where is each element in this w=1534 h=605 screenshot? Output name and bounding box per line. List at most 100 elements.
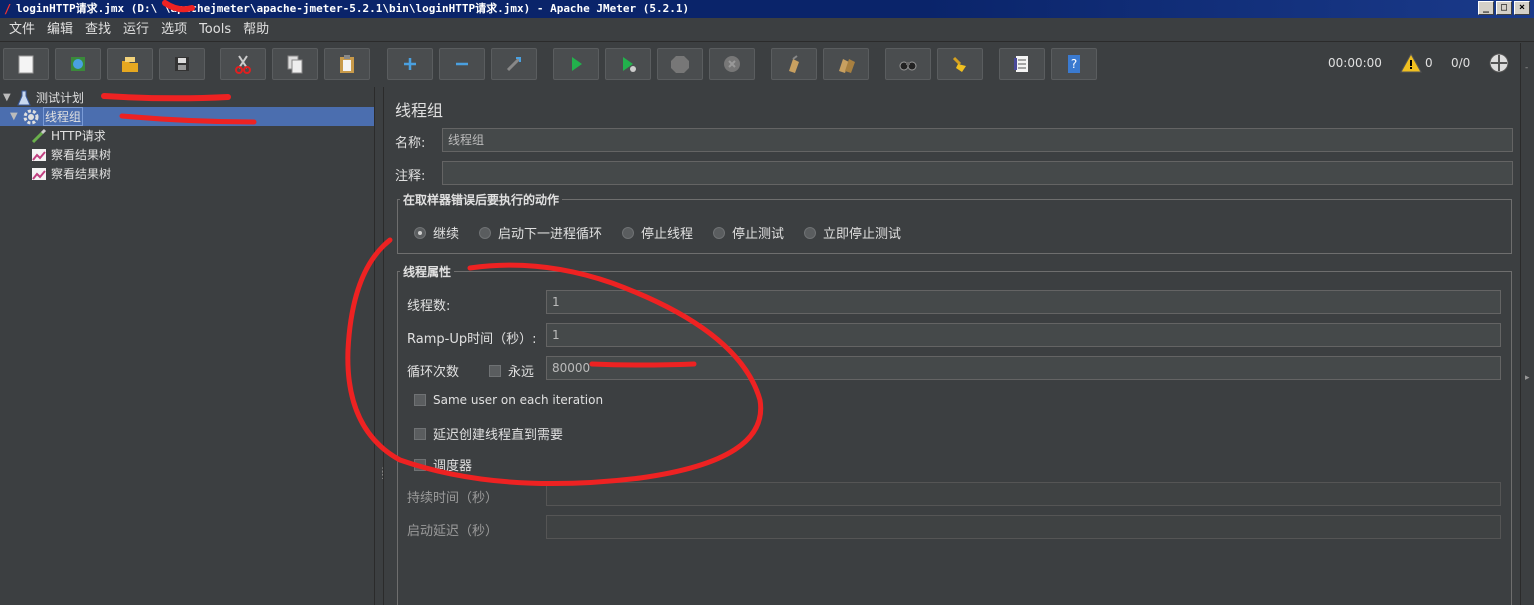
- name-label: 名称:: [395, 136, 426, 151]
- checkbox-box: [414, 458, 426, 471]
- radio-stop-thread[interactable]: 停止线程: [622, 223, 693, 242]
- checkbox-box: [414, 394, 426, 406]
- expand-button[interactable]: [387, 48, 433, 80]
- menu-run[interactable]: 运行: [117, 19, 155, 41]
- stop-icon: [671, 56, 689, 73]
- function-helper-button[interactable]: [999, 48, 1045, 80]
- templates-button[interactable]: [55, 48, 101, 80]
- copy-button[interactable]: [272, 48, 318, 80]
- shutdown-button[interactable]: [709, 48, 755, 80]
- search-button[interactable]: [885, 48, 931, 80]
- clear-button[interactable]: [771, 48, 817, 80]
- function-helper-icon: [1014, 56, 1028, 72]
- forever-label: 永远: [508, 365, 535, 380]
- name-field[interactable]: 线程组: [442, 128, 1513, 152]
- start-no-pause-icon: [623, 57, 636, 72]
- remote-engines-icon[interactable]: [1488, 52, 1510, 74]
- startup-delay-field[interactable]: [546, 515, 1501, 539]
- help-button[interactable]: ?: [1051, 48, 1097, 80]
- elapsed-timer: 00:00:00: [1328, 56, 1382, 70]
- rampup-field[interactable]: 1: [546, 323, 1501, 347]
- delay-thread-creation-label: 延迟创建线程直到需要: [433, 428, 564, 443]
- chart-icon: [30, 146, 48, 164]
- rampup-label: Ramp-Up时间（秒）:: [407, 332, 537, 347]
- minimize-button[interactable]: _: [1478, 1, 1494, 15]
- start-no-pause-button[interactable]: [605, 48, 651, 80]
- loop-count-field[interactable]: 80000: [546, 356, 1501, 380]
- edge-marker: ▸: [1525, 373, 1530, 383]
- start-button[interactable]: [553, 48, 599, 80]
- collapse-button[interactable]: [439, 48, 485, 80]
- toggle-button[interactable]: [491, 48, 537, 80]
- broom-icon: [952, 56, 966, 72]
- comment-field[interactable]: [442, 161, 1513, 185]
- templates-icon: [71, 57, 85, 71]
- flask-icon: [15, 89, 33, 107]
- same-user-checkbox[interactable]: Same user on each iteration: [414, 393, 603, 407]
- threads-ratio: 0/0: [1451, 56, 1471, 70]
- threads-label: 线程数:: [407, 299, 451, 314]
- help-icon: ?: [1068, 55, 1080, 73]
- radio-start-next-loop[interactable]: 启动下一进程循环: [479, 223, 602, 242]
- splitter[interactable]: ⋮ ⋮: [374, 87, 387, 605]
- stop-button[interactable]: [657, 48, 703, 80]
- tree-item-http-request[interactable]: HTTP请求: [30, 126, 106, 145]
- radio-stop-test[interactable]: 停止测试: [713, 223, 784, 242]
- radio-continue[interactable]: 继续: [414, 223, 459, 242]
- forever-checkbox[interactable]: 永远: [489, 361, 534, 380]
- warning-icon[interactable]: [1400, 53, 1422, 73]
- tree-item-thread-group[interactable]: ▼ 线程组: [10, 107, 84, 126]
- menu-edit[interactable]: 编辑: [41, 19, 79, 41]
- title-bar: / loginHTTP请求.jmx (D:\ \apachejmeter\apa…: [0, 0, 1534, 18]
- tree-item-label: HTTP请求: [51, 129, 106, 143]
- paste-icon: [340, 55, 354, 73]
- menu-tools[interactable]: Tools: [193, 19, 237, 41]
- edge-marker: -: [1525, 63, 1529, 73]
- menu-help[interactable]: 帮助: [237, 19, 275, 41]
- sampler-error-action-legend: 在取样器错误后要执行的动作: [400, 191, 563, 208]
- gear-icon: [22, 108, 40, 126]
- menu-search[interactable]: 查找: [79, 19, 117, 41]
- tree-item-results-tree-1[interactable]: 察看结果树: [30, 145, 111, 164]
- clear-all-button[interactable]: [823, 48, 869, 80]
- binoculars-icon: [899, 61, 917, 71]
- comment-label: 注释:: [395, 169, 426, 184]
- tree-expand-arrow[interactable]: ▼: [3, 92, 15, 103]
- scheduler-checkbox[interactable]: 调度器: [414, 455, 472, 474]
- delay-thread-creation-checkbox[interactable]: 延迟创建线程直到需要: [414, 424, 563, 443]
- checkbox-box: [489, 364, 501, 377]
- radio-stop-test-now[interactable]: 立即停止测试: [804, 223, 901, 242]
- menu-options[interactable]: 选项: [155, 19, 193, 41]
- svg-text:?: ?: [1071, 57, 1077, 71]
- new-icon: [18, 55, 34, 74]
- window-edge-scroll: - ▸: [1520, 43, 1534, 605]
- shutdown-icon: [724, 56, 740, 72]
- clear-all-icon: [839, 59, 855, 73]
- radio-dot: [804, 226, 816, 239]
- jmeter-feather-icon: /: [4, 2, 12, 16]
- menu-file[interactable]: 文件: [3, 19, 41, 41]
- close-button[interactable]: ×: [1514, 1, 1530, 15]
- test-plan-tree: ▼ 测试计划 ▼ 线程组 HTTP请求 察看结果树 察看结果树: [0, 87, 374, 605]
- reset-search-button[interactable]: [937, 48, 983, 80]
- save-icon: [175, 57, 189, 71]
- tree-expand-arrow[interactable]: ▼: [10, 111, 22, 122]
- open-icon: [122, 57, 138, 72]
- chart-icon: [30, 165, 48, 183]
- open-button[interactable]: [107, 48, 153, 80]
- radio-label: 继续: [433, 227, 460, 242]
- tree-item-test-plan[interactable]: ▼ 测试计划: [3, 88, 84, 107]
- cut-button[interactable]: [220, 48, 266, 80]
- tree-item-results-tree-2[interactable]: 察看结果树: [30, 164, 111, 183]
- paste-button[interactable]: [324, 48, 370, 80]
- maximize-button[interactable]: □: [1496, 1, 1512, 15]
- radio-dot: [713, 226, 725, 239]
- duration-field[interactable]: [546, 482, 1501, 506]
- expand-icon: [404, 58, 416, 70]
- save-button[interactable]: [159, 48, 205, 80]
- threads-field[interactable]: 1: [546, 290, 1501, 314]
- thread-properties-group: [397, 271, 1512, 605]
- scheduler-label: 调度器: [433, 459, 473, 474]
- new-button[interactable]: [3, 48, 49, 80]
- radio-label: 停止测试: [732, 227, 785, 242]
